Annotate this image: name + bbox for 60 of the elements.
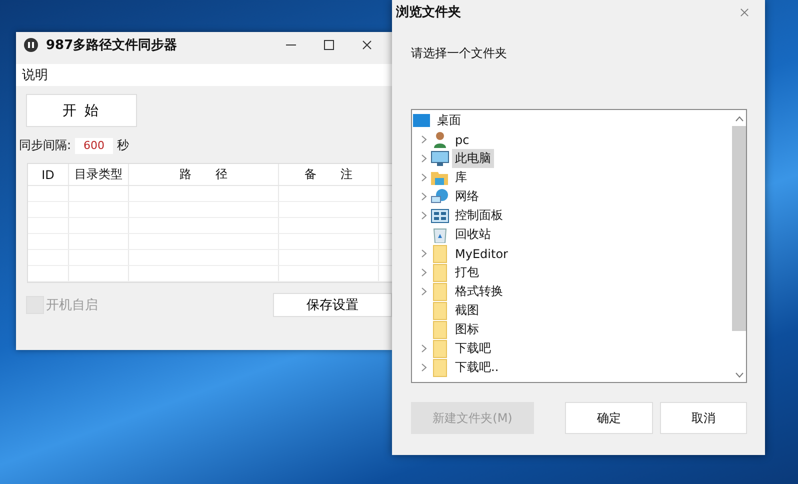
chevron-icon[interactable] [421,363,427,372]
network-icon [430,188,448,204]
control-panel-icon [430,208,448,222]
tree-item[interactable]: 网络 [452,187,482,206]
dialog-title: 浏览文件夹 [396,4,461,21]
scroll-up-icon[interactable] [734,116,744,122]
chevron-icon[interactable] [421,192,427,201]
column-header: ID [28,164,69,185]
app-icon [24,38,38,52]
folder-icon [432,282,446,300]
scroll-down-icon[interactable] [734,372,744,378]
library-icon [431,170,448,185]
chevron-icon[interactable] [421,173,427,182]
menu-item[interactable]: 说明 [22,66,48,84]
save-button[interactable]: 保存设置 [273,293,392,317]
column-header: 备 注 [279,164,379,185]
dialog-button[interactable]: 确定 [565,402,653,434]
monitor-icon [430,151,448,166]
dialog-button[interactable]: 取消 [660,402,747,434]
chevron-icon[interactable] [421,268,427,277]
tree-item[interactable]: 下载吧 [452,339,494,358]
folder-icon [432,244,446,262]
close-icon[interactable] [362,40,372,50]
chevron-icon[interactable] [421,154,427,163]
folder-icon [432,264,446,282]
tree-item[interactable]: 桌面 [434,111,464,130]
tree-item[interactable]: 回收站 [452,225,494,244]
unit-label: 秒 [117,137,130,154]
tree-item[interactable]: 截图 [452,301,482,320]
user-icon [432,131,446,148]
folder-icon [432,358,446,376]
folder-icon [432,340,446,358]
autostart-label: 开机自启 [46,297,98,314]
interval-label: 同步间隔: [19,137,72,154]
column-header: 路 径 [129,164,279,185]
column-header: 目录类型 [69,164,129,185]
start-button[interactable]: 开 始 [26,94,137,127]
maximize-icon[interactable] [324,40,334,50]
tree-item[interactable]: 控制面板 [452,206,506,225]
tree-item[interactable]: pc [452,132,472,148]
chevron-icon[interactable] [421,135,427,144]
prompt-text: 请选择一个文件夹 [411,45,508,62]
chevron-icon[interactable] [421,211,427,220]
tree-item[interactable]: 此电脑 [452,149,494,168]
tree-item[interactable]: 下载吧.. [452,358,502,377]
recycle-bin-icon [432,226,446,242]
tree-item[interactable]: 格式转换 [452,282,506,301]
tree-item[interactable]: 图标 [452,320,482,339]
folder-icon [432,302,446,320]
tree-item[interactable]: 打包 [452,263,482,282]
interval-field[interactable]: 600 [75,138,114,154]
scrollbar-thumb[interactable] [732,126,746,331]
chevron-icon[interactable] [421,344,427,353]
tree-item[interactable]: 库 [452,168,470,187]
folder-icon [432,320,446,338]
chevron-icon[interactable] [421,287,427,296]
desktop-icon [413,114,430,127]
window-title: 987多路径文件同步器 [46,36,178,54]
tree-item[interactable]: MyEditor [452,246,511,262]
chevron-icon[interactable] [421,249,427,258]
